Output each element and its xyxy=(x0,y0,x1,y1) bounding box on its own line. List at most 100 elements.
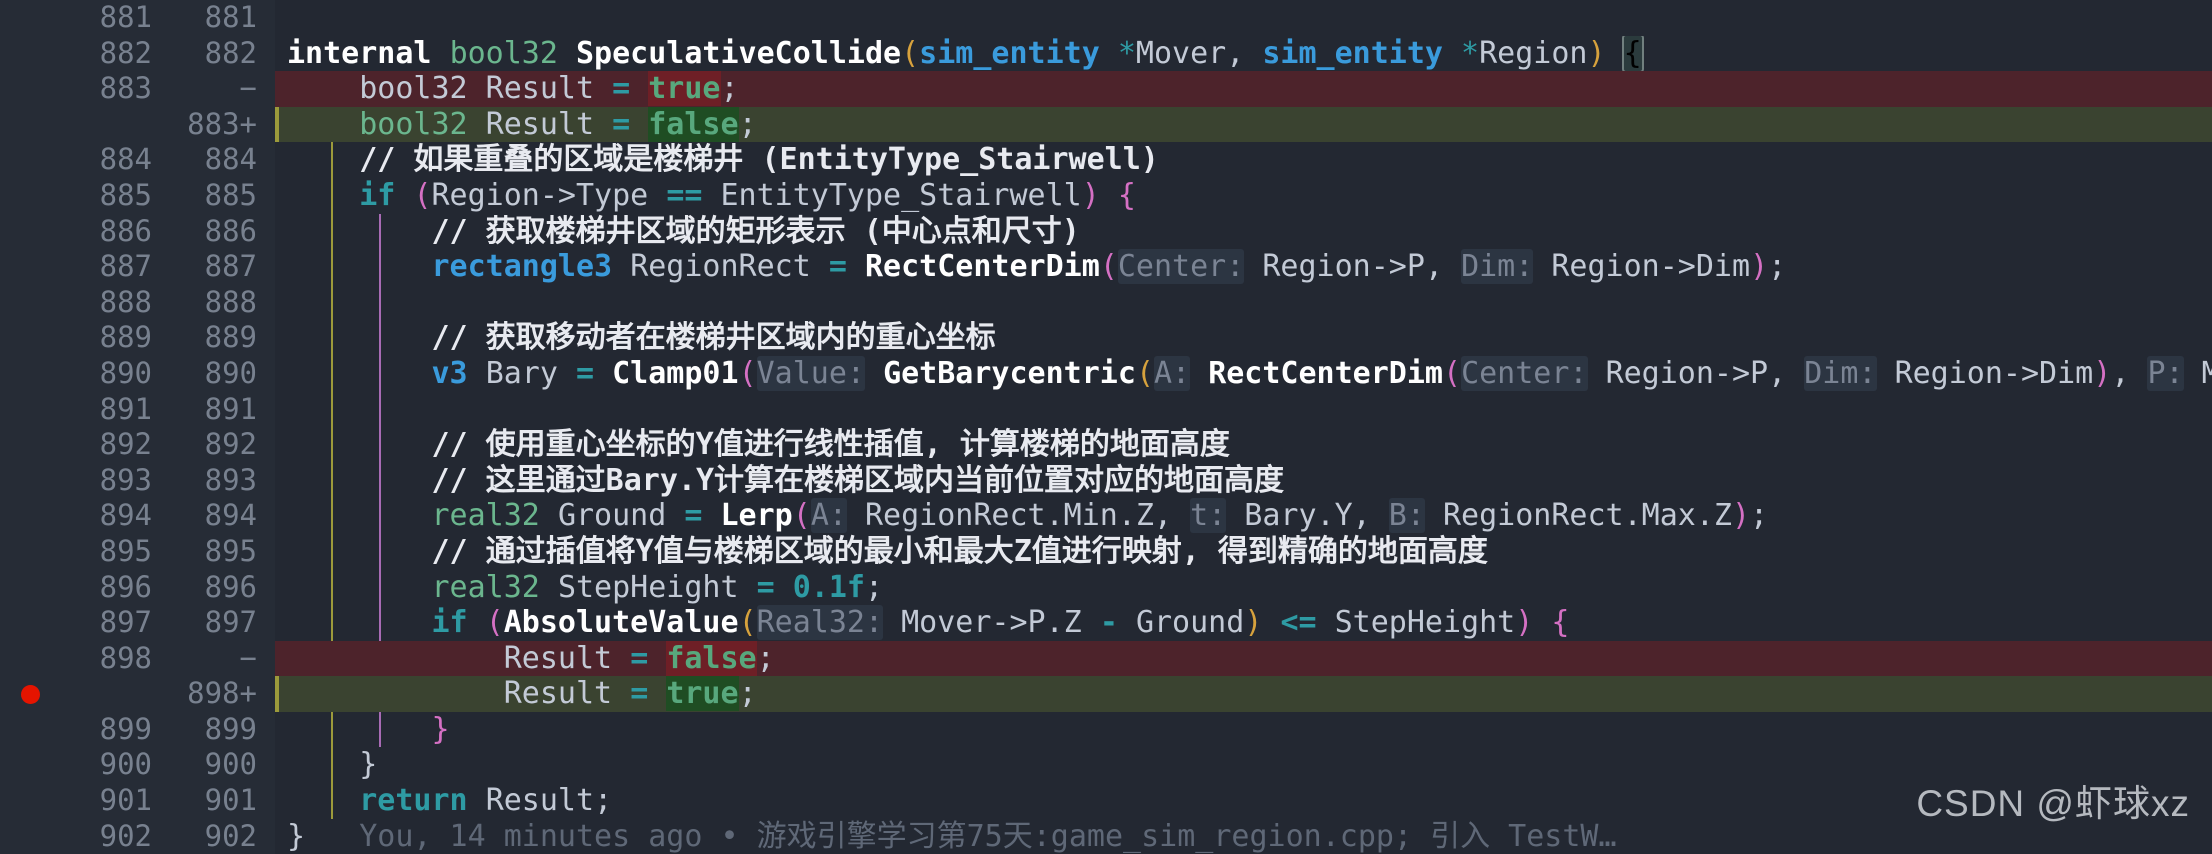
diff-row[interactable]: 891 891 xyxy=(0,391,2212,428)
diff-row[interactable]: 897 897 if (AbsoluteValue(Real32: Mover-… xyxy=(0,605,2212,641)
line-gutter[interactable]: 882 882 xyxy=(0,35,275,72)
code-cell[interactable]: bool32 Result = true; xyxy=(275,71,2212,107)
diff-row[interactable]: 899 899 } xyxy=(0,711,2212,748)
code-cell[interactable]: // 这里通过Bary.Y计算在楼梯区域内当前位置对应的地面高度 xyxy=(275,462,2212,499)
old-line-number: 898 xyxy=(99,640,152,675)
diff-row-removed[interactable]: 898 − Result = false; xyxy=(0,640,2212,677)
code-line: if (Region->Type == EntityType_Stairwell… xyxy=(359,177,1136,213)
line-gutter[interactable]: 898+ xyxy=(0,676,275,712)
diff-row-added[interactable]: 898+ Result = true; xyxy=(0,676,2212,712)
line-gutter[interactable]: 885 885 xyxy=(0,177,275,214)
diff-row-removed[interactable]: 883 − bool32 Result = true; xyxy=(0,71,2212,107)
code-cell[interactable]: return Result; xyxy=(275,783,2212,819)
old-line-number: 897 xyxy=(99,605,152,640)
code-cell[interactable]: internal bool32 SpeculativeCollide(sim_e… xyxy=(275,35,2212,72)
diff-editor[interactable]: 881 881 882 882 internal bool32 Speculat… xyxy=(0,0,2212,854)
line-gutter[interactable]: 897 897 xyxy=(0,605,275,641)
line-gutter[interactable]: 898 − xyxy=(0,640,275,677)
line-gutter[interactable]: 892 892 xyxy=(0,427,275,463)
breakpoint-slot[interactable] xyxy=(0,684,60,704)
code-line: if (AbsoluteValue(Real32: Mover->P.Z - G… xyxy=(431,605,1570,641)
diff-row[interactable]: 894 894 real32 Ground = Lerp(A: RegionRe… xyxy=(0,498,2212,534)
code-cell[interactable]: if (Region->Type == EntityType_Stairwell… xyxy=(275,177,2212,214)
line-gutter[interactable]: 888 888 xyxy=(0,284,275,321)
code-cell[interactable]: real32 Ground = Lerp(A: RegionRect.Min.Z… xyxy=(275,498,2212,534)
old-line-number: 887 xyxy=(99,249,152,284)
line-gutter[interactable]: 886 886 xyxy=(0,213,275,250)
code-cell[interactable]: // 使用重心坐标的Y值进行线性插值, 计算楼梯的地面高度 xyxy=(275,427,2212,463)
code-cell[interactable]: bool32 Result = false; xyxy=(275,106,2212,143)
diff-row[interactable]: 885 885 if (Region->Type == EntityType_S… xyxy=(0,177,2212,214)
line-gutter[interactable]: 895 895 xyxy=(0,533,275,570)
code-cell[interactable] xyxy=(275,391,2212,428)
diff-row[interactable]: 889 889 // 获取移动者在楼梯井区域内的重心坐标 xyxy=(0,320,2212,356)
code-line: internal bool32 SpeculativeCollide(sim_e… xyxy=(287,35,1644,72)
line-gutter[interactable]: 896 896 xyxy=(0,569,275,606)
diff-row[interactable]: 888 888 xyxy=(0,284,2212,321)
line-gutter[interactable]: 890 890 xyxy=(0,355,275,392)
new-line-number: 888 xyxy=(204,284,257,319)
diff-row[interactable]: 902 902 } You, 14 minutes ago • 游戏引擎学习第7… xyxy=(0,818,2212,854)
new-line-number: 881 xyxy=(204,0,257,34)
code-cell[interactable]: } xyxy=(275,711,2212,748)
code-cell[interactable]: Result = false; xyxy=(275,640,2212,677)
new-line-number: 901 xyxy=(204,783,257,818)
code-line: real32 Ground = Lerp(A: RegionRect.Min.Z… xyxy=(431,498,1769,534)
line-gutter[interactable]: 891 891 xyxy=(0,391,275,428)
line-gutter[interactable]: 900 900 xyxy=(0,747,275,784)
line-gutter[interactable]: 893 893 xyxy=(0,462,275,499)
new-line-number: 884 xyxy=(204,142,257,177)
line-gutter[interactable]: 899 899 xyxy=(0,711,275,748)
diff-row[interactable]: 895 895 // 通过插值将Y值与楼梯区域的最小和最大Z值进行映射, 得到精… xyxy=(0,533,2212,570)
code-cell[interactable]: real32 StepHeight = 0.1f; xyxy=(275,569,2212,606)
line-gutter[interactable]: 902 902 xyxy=(0,818,275,854)
old-line-number: 892 xyxy=(99,427,152,462)
new-line-number: 891 xyxy=(204,391,257,426)
diff-row[interactable]: 884 884 // 如果重叠的区域是楼梯井 (EntityType_Stair… xyxy=(0,142,2212,178)
diff-row[interactable]: 901 901 return Result; xyxy=(0,783,2212,819)
breakpoint-icon[interactable] xyxy=(20,684,40,704)
old-line-number: 899 xyxy=(99,711,152,746)
line-gutter[interactable]: 889 889 xyxy=(0,320,275,356)
code-cell[interactable]: // 获取移动者在楼梯井区域内的重心坐标 xyxy=(275,320,2212,356)
diff-row[interactable]: 881 881 xyxy=(0,0,2212,36)
diff-row[interactable]: 893 893 // 这里通过Bary.Y计算在楼梯区域内当前位置对应的地面高度 xyxy=(0,462,2212,499)
diff-row[interactable]: 890 890 v3 Bary = Clamp01(Value: GetBary… xyxy=(0,355,2212,392)
diff-row[interactable]: 887 887 rectangle3 RegionRect = RectCent… xyxy=(0,249,2212,285)
code-line: return Result; xyxy=(359,783,613,819)
line-gutter[interactable]: 881 881 xyxy=(0,0,275,36)
code-cell[interactable] xyxy=(275,284,2212,321)
added-accent-bar xyxy=(275,676,279,712)
diff-row-added[interactable]: 883+ bool32 Result = false; xyxy=(0,106,2212,143)
code-cell[interactable]: } xyxy=(275,747,2212,784)
diff-row[interactable]: 892 892 // 使用重心坐标的Y值进行线性插值, 计算楼梯的地面高度 xyxy=(0,427,2212,463)
line-gutter[interactable]: 884 884 xyxy=(0,142,275,178)
code-cell[interactable]: Result = true; xyxy=(275,676,2212,712)
code-cell[interactable]: // 获取楼梯井区域的矩形表示 (中心点和尺寸) xyxy=(275,213,2212,250)
code-cell[interactable]: // 如果重叠的区域是楼梯井 (EntityType_Stairwell) xyxy=(275,142,2212,178)
diff-row[interactable]: 886 886 // 获取楼梯井区域的矩形表示 (中心点和尺寸) xyxy=(0,213,2212,250)
line-gutter[interactable]: 894 894 xyxy=(0,498,275,534)
code-cell[interactable]: if (AbsoluteValue(Real32: Mover->P.Z - G… xyxy=(275,605,2212,641)
line-gutter[interactable]: 887 887 xyxy=(0,249,275,285)
code-cell[interactable]: // 通过插值将Y值与楼梯区域的最小和最大Z值进行映射, 得到精确的地面高度 xyxy=(275,533,2212,570)
code-cell[interactable] xyxy=(275,0,2212,36)
line-gutter[interactable]: 883 − xyxy=(0,71,275,107)
code-cell[interactable]: rectangle3 RegionRect = RectCenterDim(Ce… xyxy=(275,249,2212,285)
new-line-number: 899 xyxy=(204,711,257,746)
code-line: bool32 Result = true; xyxy=(359,71,739,107)
diff-row[interactable]: 882 882 internal bool32 SpeculativeColli… xyxy=(0,35,2212,72)
code-cell[interactable]: v3 Bary = Clamp01(Value: GetBarycentric(… xyxy=(275,355,2212,392)
diff-row[interactable]: 900 900 } xyxy=(0,747,2212,784)
indent-guide-active xyxy=(379,284,381,321)
new-line-number: 885 xyxy=(204,177,257,212)
git-blame-annotation[interactable]: You, 14 minutes ago • 游戏引擎学习第75天:game_si… xyxy=(359,819,1616,854)
code-line: rectangle3 RegionRect = RectCenterDim(Ce… xyxy=(431,249,1787,285)
code-cell[interactable]: } You, 14 minutes ago • 游戏引擎学习第75天:game_… xyxy=(275,819,2212,854)
new-line-number: 896 xyxy=(204,569,257,604)
old-line-number: 896 xyxy=(99,569,152,604)
diff-row[interactable]: 896 896 real32 StepHeight = 0.1f; xyxy=(0,569,2212,606)
line-gutter[interactable]: 901 901 xyxy=(0,783,275,819)
new-line-number: 902 xyxy=(204,818,257,853)
line-gutter[interactable]: 883+ xyxy=(0,106,275,143)
